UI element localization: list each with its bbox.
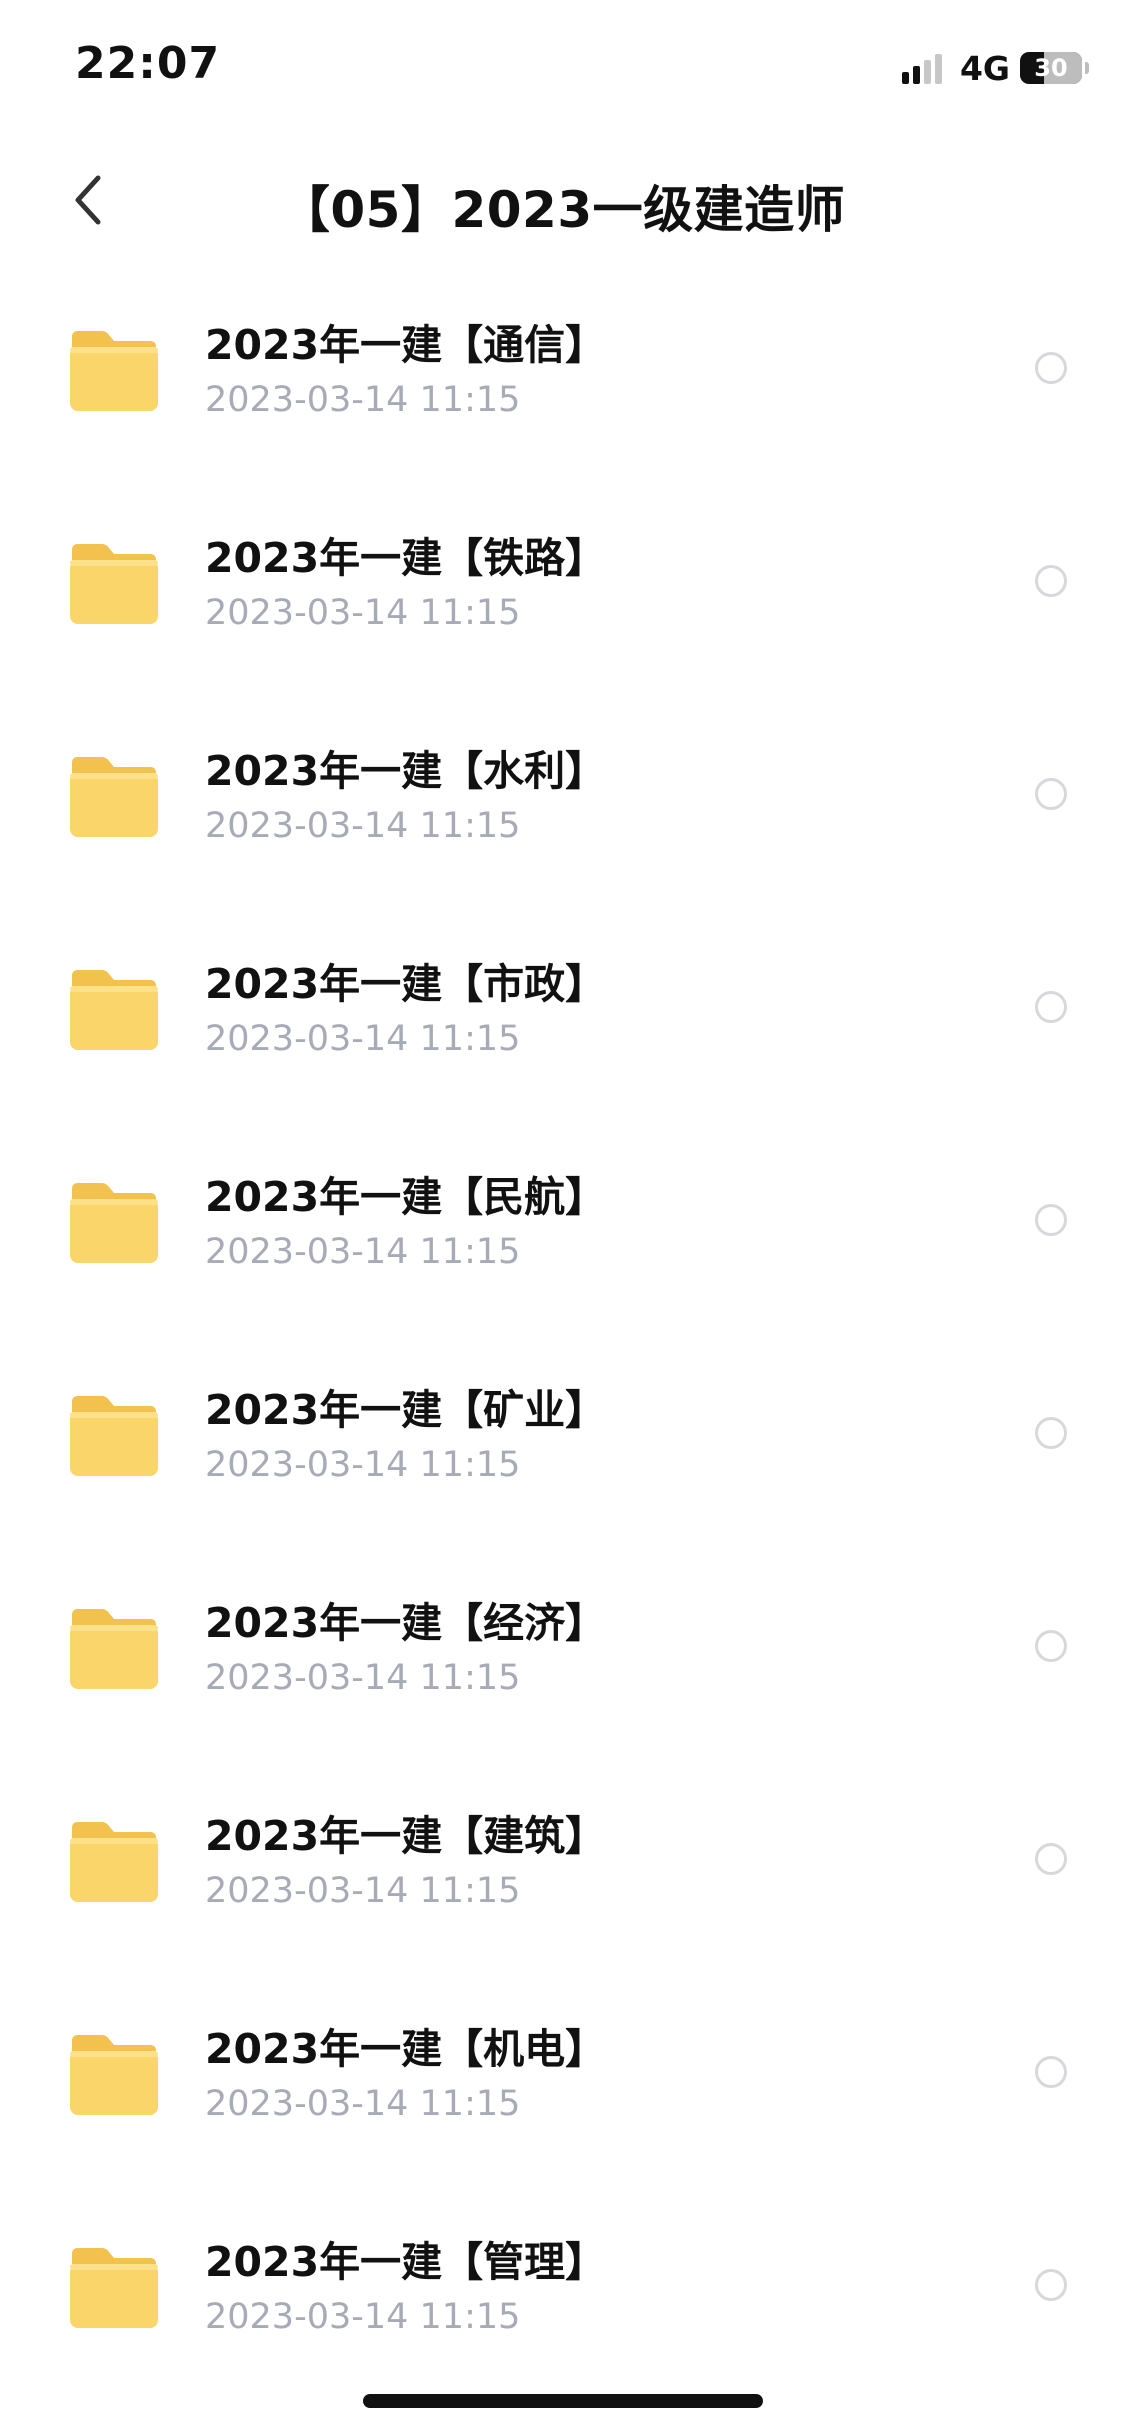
list-item[interactable]: 2023年一建【管理】 2023-03-14 11:15: [0, 2202, 1125, 2415]
select-radio[interactable]: [1035, 1204, 1067, 1236]
list-item[interactable]: 2023年一建【民航】 2023-03-14 11:15: [0, 1137, 1125, 1350]
folder-date: 2023-03-14 11:15: [205, 2084, 521, 2124]
status-time: 22:07: [75, 38, 221, 89]
folder-name: 2023年一建【矿业】: [205, 1386, 607, 1434]
folder-date: 2023-03-14 11:15: [205, 806, 521, 846]
folder-name: 2023年一建【经济】: [205, 1599, 607, 1647]
select-radio[interactable]: [1035, 778, 1067, 810]
list-item[interactable]: 2023年一建【通信】 2023-03-14 11:15: [0, 285, 1125, 498]
select-radio[interactable]: [1035, 1630, 1067, 1662]
select-radio[interactable]: [1035, 1417, 1067, 1449]
folder-icon: [66, 1818, 162, 1906]
folder-name: 2023年一建【市政】: [205, 960, 607, 1008]
navigation-bar: 【05】2023一级建造师: [0, 140, 1125, 260]
folder-name: 2023年一建【水利】: [205, 747, 607, 795]
folder-icon: [66, 1392, 162, 1480]
list-item[interactable]: 2023年一建【机电】 2023-03-14 11:15: [0, 1989, 1125, 2202]
home-indicator[interactable]: [363, 2394, 763, 2408]
list-item[interactable]: 2023年一建【水利】 2023-03-14 11:15: [0, 711, 1125, 924]
list-item[interactable]: 2023年一建【经济】 2023-03-14 11:15: [0, 1563, 1125, 1776]
select-radio[interactable]: [1035, 1843, 1067, 1875]
select-radio[interactable]: [1035, 352, 1067, 384]
folder-icon: [66, 966, 162, 1054]
folder-icon: [66, 2031, 162, 2119]
select-radio[interactable]: [1035, 991, 1067, 1023]
folder-icon: [66, 2244, 162, 2332]
list-item[interactable]: 2023年一建【市政】 2023-03-14 11:15: [0, 924, 1125, 1137]
folder-icon: [66, 753, 162, 841]
folder-date: 2023-03-14 11:15: [205, 1019, 521, 1059]
page-title: 【05】2023一级建造师: [279, 181, 846, 239]
folder-date: 2023-03-14 11:15: [205, 2297, 521, 2337]
folder-icon: [66, 327, 162, 415]
folder-icon: [66, 540, 162, 628]
folder-icon: [66, 1605, 162, 1693]
folder-date: 2023-03-14 11:15: [205, 1445, 521, 1485]
list-item[interactable]: 2023年一建【铁路】 2023-03-14 11:15: [0, 498, 1125, 711]
file-list: 2023年一建【通信】 2023-03-14 11:15 2023年一建【铁路】…: [0, 285, 1125, 2415]
chevron-left-icon: [75, 175, 101, 225]
folder-name: 2023年一建【铁路】: [205, 534, 607, 582]
folder-name: 2023年一建【建筑】: [205, 1812, 607, 1860]
folder-name: 2023年一建【通信】: [205, 321, 607, 369]
folder-name: 2023年一建【机电】: [205, 2025, 607, 2073]
folder-name: 2023年一建【民航】: [205, 1173, 607, 1221]
folder-date: 2023-03-14 11:15: [205, 1658, 521, 1698]
folder-date: 2023-03-14 11:15: [205, 380, 521, 420]
network-type: 4G: [959, 48, 1010, 88]
back-button[interactable]: [50, 160, 130, 240]
folder-date: 2023-03-14 11:15: [205, 1871, 521, 1911]
battery-level: 30: [1034, 54, 1068, 82]
signal-strength-icon: [901, 52, 946, 84]
status-bar: 22:07 4G 30: [0, 0, 1125, 140]
battery-cap: [1085, 62, 1089, 74]
select-radio[interactable]: [1035, 565, 1067, 597]
select-radio[interactable]: [1035, 2056, 1067, 2088]
battery-icon: 30: [1020, 52, 1082, 84]
status-indicators: 4G 30: [901, 48, 1089, 88]
select-radio[interactable]: [1035, 2269, 1067, 2301]
list-item[interactable]: 2023年一建【矿业】 2023-03-14 11:15: [0, 1350, 1125, 1563]
list-item[interactable]: 2023年一建【建筑】 2023-03-14 11:15: [0, 1776, 1125, 1989]
folder-name: 2023年一建【管理】: [205, 2238, 607, 2286]
folder-date: 2023-03-14 11:15: [205, 1232, 521, 1272]
folder-icon: [66, 1179, 162, 1267]
folder-date: 2023-03-14 11:15: [205, 593, 521, 633]
